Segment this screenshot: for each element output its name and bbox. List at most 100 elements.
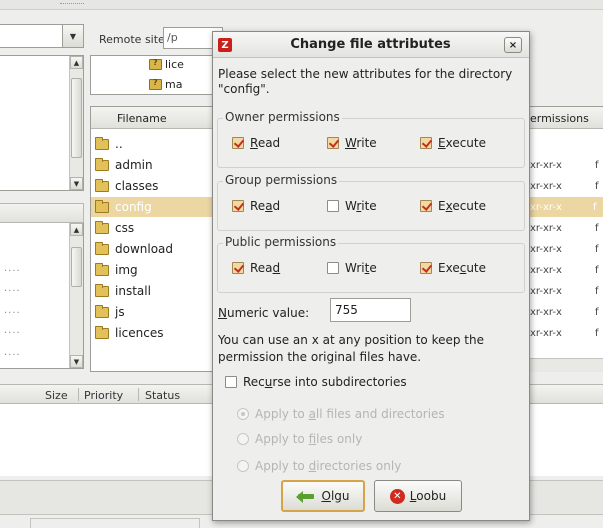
public-write-checkbox[interactable]: Write <box>327 261 377 275</box>
checkbox-icon <box>420 262 432 274</box>
folder-icon <box>95 178 109 192</box>
folder-icon <box>95 325 109 339</box>
local-file-list[interactable]: .... .... .... .... .... ▲ ▼ <box>0 223 84 369</box>
horizontal-scrollbar[interactable] <box>528 358 603 372</box>
list-item[interactable]: admin <box>95 155 219 175</box>
group-read-checkbox[interactable]: Read <box>232 199 280 213</box>
tree-item[interactable]: lice <box>149 58 184 71</box>
truncated-text: .... <box>4 325 21 336</box>
apply-all-radio[interactable]: Apply to all files and directories <box>237 407 445 421</box>
filezilla-app-icon: Z <box>218 38 232 52</box>
checkbox-icon <box>232 137 244 149</box>
chevron-down-icon[interactable]: ▼ <box>62 24 84 48</box>
group-execute-checkbox[interactable]: Execute <box>420 199 486 213</box>
radio-icon <box>237 408 249 420</box>
queue-column-priority[interactable]: Priority <box>84 389 123 402</box>
list-item-selected[interactable]: config <box>91 197 219 217</box>
folder-icon <box>95 220 109 234</box>
folder-icon <box>95 157 109 171</box>
radio-icon <box>237 460 249 472</box>
list-item[interactable]: img <box>95 260 219 280</box>
checkbox-icon <box>232 200 244 212</box>
public-execute-checkbox[interactable]: Execute <box>420 261 486 275</box>
scroll-thumb[interactable] <box>71 247 82 287</box>
scroll-thumb[interactable] <box>71 78 82 158</box>
numeric-value-label: Numeric value: <box>218 306 310 320</box>
queue-column-status[interactable]: Status <box>145 389 180 402</box>
scroll-down-icon[interactable]: ▼ <box>70 177 83 190</box>
group-label: Public permissions <box>223 235 339 249</box>
numeric-value-input[interactable] <box>330 298 411 322</box>
folder-icon <box>95 199 109 213</box>
toolbar-grip[interactable] <box>60 3 84 5</box>
checkbox-icon <box>420 137 432 149</box>
radio-icon <box>237 433 249 445</box>
remote-list-right-columns[interactable]: ermissions xr-xr-x f xr-xr-x f xr-xr-x f xr… <box>528 106 603 372</box>
permission-cell: xr-xr-x f <box>530 327 599 339</box>
local-directory-tree[interactable]: ▲ ▼ <box>0 55 84 191</box>
permission-cell: xr-xr-x f <box>530 159 599 171</box>
checkbox-icon <box>420 200 432 212</box>
folder-icon <box>95 283 109 297</box>
cancel-icon: ✕ <box>389 488 405 504</box>
group-label: Owner permissions <box>223 110 342 124</box>
numeric-hint-text: You can use an x at any position to keep… <box>218 333 484 364</box>
permission-cell: xr-xr-x f <box>530 222 599 234</box>
truncated-text: .... <box>4 305 21 316</box>
group-permissions-group: Group permissions Read Write Execute <box>217 173 525 231</box>
truncated-text: .... <box>4 283 21 294</box>
permissions-column-header[interactable]: ermissions <box>528 107 603 129</box>
permission-cell: xr-xr-x f <box>530 285 599 297</box>
list-item[interactable]: download <box>95 239 219 259</box>
folder-icon <box>95 304 109 318</box>
list-item[interactable]: install <box>95 281 219 301</box>
list-item[interactable]: licences <box>95 323 219 343</box>
cancel-button[interactable]: ✕ Loobu <box>374 480 462 512</box>
public-read-checkbox[interactable]: Read <box>232 261 280 275</box>
group-write-checkbox[interactable]: Write <box>327 199 377 213</box>
owner-execute-checkbox[interactable]: Execute <box>420 136 486 150</box>
permission-cell-selected: xr-xr-x f <box>528 197 603 217</box>
owner-permissions-group: Owner permissions Read Write Execute <box>217 110 525 168</box>
scroll-down-icon[interactable]: ▼ <box>70 355 83 368</box>
owner-read-checkbox[interactable]: Read <box>232 136 280 150</box>
checkbox-icon <box>327 200 339 212</box>
checkbox-icon <box>225 376 237 388</box>
scroll-up-icon[interactable]: ▲ <box>70 223 83 236</box>
ok-button[interactable]: Olgu <box>281 480 365 512</box>
remote-file-list[interactable]: Filename .. admin classes config css dow… <box>90 106 220 372</box>
remote-site-label: Remote site: <box>99 33 169 46</box>
queue-column-size[interactable]: Size <box>45 389 68 402</box>
filename-column-header[interactable]: Filename <box>91 107 219 129</box>
apply-files-radio[interactable]: Apply to files only <box>237 432 362 446</box>
scroll-up-icon[interactable]: ▲ <box>70 56 83 69</box>
local-list-scrollbar[interactable]: ▲ ▼ <box>69 223 83 368</box>
truncated-text: .... <box>4 347 21 358</box>
checkbox-icon <box>327 262 339 274</box>
folder-icon <box>95 136 109 150</box>
permission-cell: xr-xr-x f <box>530 243 599 255</box>
local-list-header <box>0 203 84 223</box>
dialog-intro-text: Please select the new attributes for the… <box>218 67 513 96</box>
dialog-titlebar[interactable]: Z Change file attributes × <box>213 32 529 58</box>
apply-directories-radio[interactable]: Apply to directories only <box>237 459 401 473</box>
permission-cell: xr-xr-x f <box>530 306 599 318</box>
local-tree-scrollbar[interactable]: ▲ ▼ <box>69 56 83 190</box>
list-item[interactable]: css <box>95 218 219 238</box>
remote-directory-tree[interactable]: lice ma <box>90 55 220 95</box>
change-file-attributes-dialog: Z Change file attributes × Please select… <box>212 31 530 521</box>
folder-icon <box>95 241 109 255</box>
folder-icon <box>95 262 109 276</box>
owner-write-checkbox[interactable]: Write <box>327 136 377 150</box>
group-label: Group permissions <box>223 173 340 187</box>
close-icon[interactable]: × <box>504 37 522 53</box>
permission-cell: xr-xr-x f <box>530 264 599 276</box>
tree-item[interactable]: ma <box>149 78 182 91</box>
local-site-combo[interactable]: ▼ <box>0 24 84 48</box>
recurse-checkbox[interactable]: Recurse into subdirectories <box>225 375 407 389</box>
top-toolbar-strip <box>0 0 603 10</box>
dialog-title: Change file attributes <box>290 37 451 52</box>
list-item[interactable]: classes <box>95 176 219 196</box>
list-item[interactable]: js <box>95 302 219 322</box>
list-item[interactable]: .. <box>95 134 219 154</box>
